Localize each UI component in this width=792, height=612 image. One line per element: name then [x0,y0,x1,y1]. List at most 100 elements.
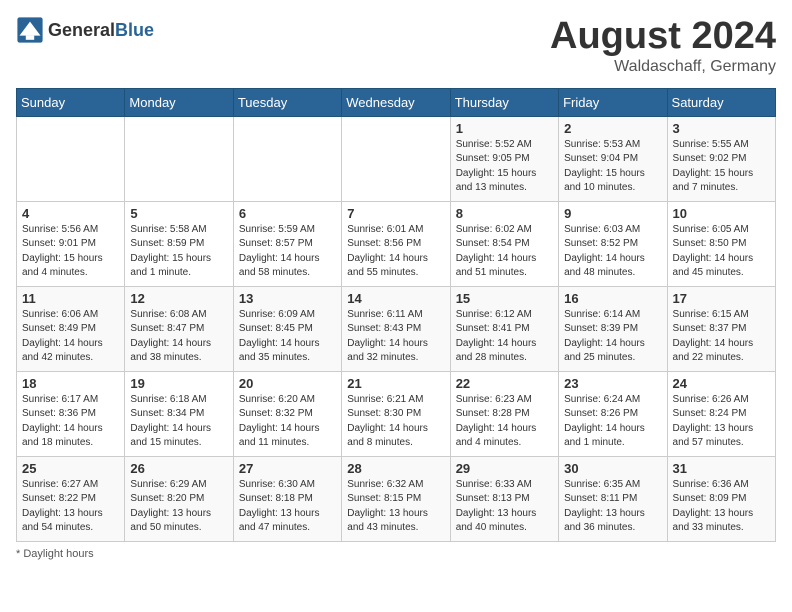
day-info: Sunrise: 6:03 AM Sunset: 8:52 PM Dayligh… [564,223,661,281]
calendar-cell: 8Sunrise: 6:02 AM Sunset: 8:54 PM Daylig… [450,201,558,286]
day-number: 6 [239,206,336,221]
col-header-wednesday: Wednesday [342,88,450,116]
logo-icon [16,16,44,44]
calendar-cell: 7Sunrise: 6:01 AM Sunset: 8:56 PM Daylig… [342,201,450,286]
calendar-cell: 23Sunrise: 6:24 AM Sunset: 8:26 PM Dayli… [559,371,667,456]
day-number: 27 [239,461,336,476]
calendar-cell: 18 Sunrise: 6:17 AM Sunset: 8:36 PM Dayli… [17,371,125,456]
day-number: 3 [673,121,770,136]
day-info: Sunrise: 6:17 AM Sunset: 8:36 PM Dayligh… [22,393,119,451]
day-info: Sunrise: 5:58 AM Sunset: 8:59 PM Dayligh… [130,223,227,281]
calendar-cell: 19Sunrise: 6:18 AM Sunset: 8:34 PM Dayli… [125,371,233,456]
location-title: Waldaschaff, Germany [550,58,776,76]
calendar-cell: 16 Sunrise: 6:14 AM Sunset: 8:39 PM Dayli… [559,286,667,371]
day-info: Sunrise: 6:08 AM Sunset: 8:47 PM Dayligh… [130,308,227,366]
day-number: 7 [347,206,444,221]
day-info: Sunrise: 6:30 AM Sunset: 8:18 PM Dayligh… [239,478,336,536]
week-row-5: 25 Sunrise: 6:27 AM Sunset: 8:22 PM Dayli… [17,456,776,541]
calendar-cell: 3 Sunrise: 5:55 AM Sunset: 9:02 PM Daylig… [667,116,775,201]
calendar-cell [342,116,450,201]
day-info: Sunrise: 5:53 AM Sunset: 9:04 PM Dayligh… [564,138,661,196]
day-info: Sunrise: 6:20 AM Sunset: 8:32 PM Dayligh… [239,393,336,451]
day-number: 5 [130,206,227,221]
day-number: 19 [130,376,227,391]
calendar-cell: 20 Sunrise: 6:20 AM Sunset: 8:32 PM Dayli… [233,371,341,456]
day-number: 1 [456,121,553,136]
week-row-4: 18 Sunrise: 6:17 AM Sunset: 8:36 PM Dayli… [17,371,776,456]
day-info: Sunrise: 5:59 AM Sunset: 8:57 PM Dayligh… [239,223,336,281]
day-number: 30 [564,461,661,476]
day-number: 2 [564,121,661,136]
col-header-thursday: Thursday [450,88,558,116]
footer-note-text: Daylight hours [23,548,93,560]
day-number: 11 [22,291,119,306]
day-number: 21 [347,376,444,391]
logo-general-text: General [48,20,115,40]
day-number: 18 [22,376,119,391]
day-number: 14 [347,291,444,306]
day-number: 31 [673,461,770,476]
day-info: Sunrise: 5:55 AM Sunset: 9:02 PM Dayligh… [673,138,770,196]
logo: GeneralBlue [16,16,154,44]
col-header-tuesday: Tuesday [233,88,341,116]
day-number: 25 [22,461,119,476]
footer-note: * Daylight hours [16,548,776,560]
day-info: Sunrise: 6:11 AM Sunset: 8:43 PM Dayligh… [347,308,444,366]
day-number: 13 [239,291,336,306]
day-number: 17 [673,291,770,306]
header: GeneralBlue August 2024 Waldaschaff, Ger… [16,16,776,76]
day-info: Sunrise: 6:15 AM Sunset: 8:37 PM Dayligh… [673,308,770,366]
week-row-3: 11 Sunrise: 6:06 AM Sunset: 8:49 PM Dayli… [17,286,776,371]
day-info: Sunrise: 6:14 AM Sunset: 8:39 PM Dayligh… [564,308,661,366]
day-header-row: SundayMondayTuesdayWednesdayThursdayFrid… [17,88,776,116]
calendar-cell [17,116,125,201]
calendar-cell: 25 Sunrise: 6:27 AM Sunset: 8:22 PM Dayli… [17,456,125,541]
calendar-cell: 17 Sunrise: 6:15 AM Sunset: 8:37 PM Dayli… [667,286,775,371]
day-number: 22 [456,376,553,391]
day-info: Sunrise: 6:05 AM Sunset: 8:50 PM Dayligh… [673,223,770,281]
day-number: 16 [564,291,661,306]
day-number: 20 [239,376,336,391]
title-area: August 2024 Waldaschaff, Germany [550,16,776,76]
calendar-cell: 22 Sunrise: 6:23 AM Sunset: 8:28 PM Dayli… [450,371,558,456]
day-number: 4 [22,206,119,221]
day-number: 12 [130,291,227,306]
calendar-cell [233,116,341,201]
calendar-cell: 30 Sunrise: 6:35 AM Sunset: 8:11 PM Dayli… [559,456,667,541]
calendar-cell: 14 Sunrise: 6:11 AM Sunset: 8:43 PM Dayli… [342,286,450,371]
day-info: Sunrise: 6:23 AM Sunset: 8:28 PM Dayligh… [456,393,553,451]
calendar-cell: 13 Sunrise: 6:09 AM Sunset: 8:45 PM Dayli… [233,286,341,371]
day-number: 24 [673,376,770,391]
week-row-1: 1 Sunrise: 5:52 AM Sunset: 9:05 PM Daylig… [17,116,776,201]
day-number: 10 [673,206,770,221]
day-info: Sunrise: 6:32 AM Sunset: 8:15 PM Dayligh… [347,478,444,536]
day-info: Sunrise: 6:26 AM Sunset: 8:24 PM Dayligh… [673,393,770,451]
col-header-monday: Monday [125,88,233,116]
day-info: Sunrise: 5:52 AM Sunset: 9:05 PM Dayligh… [456,138,553,196]
calendar-cell: 29Sunrise: 6:33 AM Sunset: 8:13 PM Dayli… [450,456,558,541]
day-info: Sunrise: 5:56 AM Sunset: 9:01 PM Dayligh… [22,223,119,281]
day-number: 23 [564,376,661,391]
calendar-cell: 2 Sunrise: 5:53 AM Sunset: 9:04 PM Daylig… [559,116,667,201]
day-info: Sunrise: 6:29 AM Sunset: 8:20 PM Dayligh… [130,478,227,536]
day-info: Sunrise: 6:09 AM Sunset: 8:45 PM Dayligh… [239,308,336,366]
day-info: Sunrise: 6:35 AM Sunset: 8:11 PM Dayligh… [564,478,661,536]
calendar-cell: 10 Sunrise: 6:05 AM Sunset: 8:50 PM Dayli… [667,201,775,286]
col-header-saturday: Saturday [667,88,775,116]
calendar-cell: 26Sunrise: 6:29 AM Sunset: 8:20 PM Dayli… [125,456,233,541]
day-info: Sunrise: 6:36 AM Sunset: 8:09 PM Dayligh… [673,478,770,536]
calendar-cell: 15Sunrise: 6:12 AM Sunset: 8:41 PM Dayli… [450,286,558,371]
calendar-cell: 4 Sunrise: 5:56 AM Sunset: 9:01 PM Daylig… [17,201,125,286]
calendar-cell: 1 Sunrise: 5:52 AM Sunset: 9:05 PM Daylig… [450,116,558,201]
day-info: Sunrise: 6:06 AM Sunset: 8:49 PM Dayligh… [22,308,119,366]
col-header-friday: Friday [559,88,667,116]
day-number: 15 [456,291,553,306]
calendar-cell: 28Sunrise: 6:32 AM Sunset: 8:15 PM Dayli… [342,456,450,541]
calendar-table: SundayMondayTuesdayWednesdayThursdayFrid… [16,88,776,542]
month-title: August 2024 [550,16,776,58]
day-info: Sunrise: 6:27 AM Sunset: 8:22 PM Dayligh… [22,478,119,536]
calendar-cell: 9Sunrise: 6:03 AM Sunset: 8:52 PM Daylig… [559,201,667,286]
day-number: 29 [456,461,553,476]
week-row-2: 4 Sunrise: 5:56 AM Sunset: 9:01 PM Daylig… [17,201,776,286]
calendar-cell: 21Sunrise: 6:21 AM Sunset: 8:30 PM Dayli… [342,371,450,456]
